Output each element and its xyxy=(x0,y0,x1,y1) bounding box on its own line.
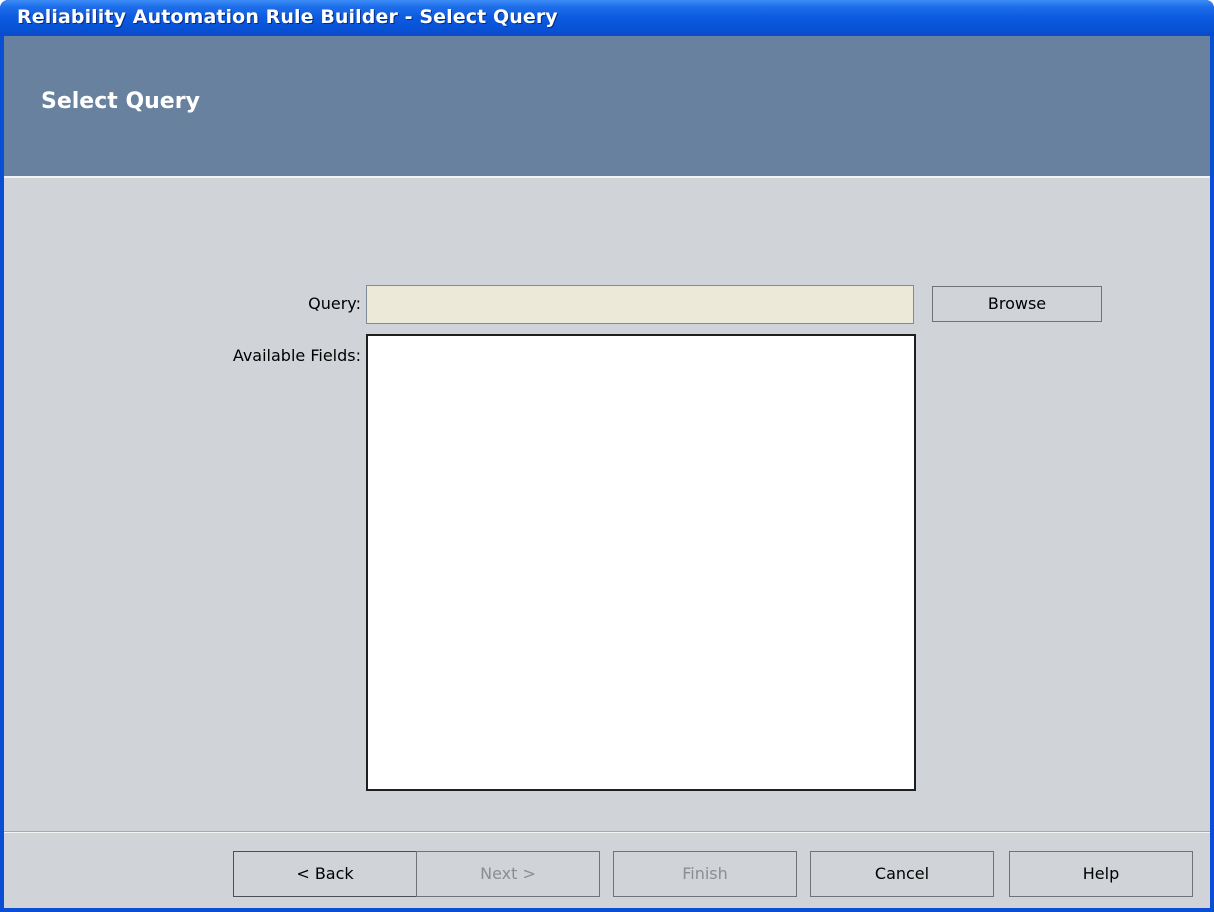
query-label: Query: xyxy=(308,294,361,313)
window-title: Reliability Automation Rule Builder - Se… xyxy=(17,6,558,28)
query-input[interactable] xyxy=(366,285,914,324)
back-button[interactable]: < Back xyxy=(233,851,417,897)
page-header: Select Query xyxy=(4,36,1210,178)
wizard-window: Reliability Automation Rule Builder - Se… xyxy=(0,0,1214,912)
page-title: Select Query xyxy=(41,89,200,114)
browse-button[interactable]: Browse xyxy=(932,286,1102,322)
footer-divider xyxy=(4,831,1210,833)
dialog-body: Select Query Query: Browse Available Fie… xyxy=(4,36,1210,908)
cancel-button[interactable]: Cancel xyxy=(810,851,994,897)
available-fields-list[interactable] xyxy=(366,334,916,791)
help-button[interactable]: Help xyxy=(1009,851,1193,897)
title-bar[interactable]: Reliability Automation Rule Builder - Se… xyxy=(0,0,1214,36)
finish-button[interactable]: Finish xyxy=(613,851,797,897)
available-fields-label: Available Fields: xyxy=(232,346,361,365)
next-button[interactable]: Next > xyxy=(416,851,600,897)
